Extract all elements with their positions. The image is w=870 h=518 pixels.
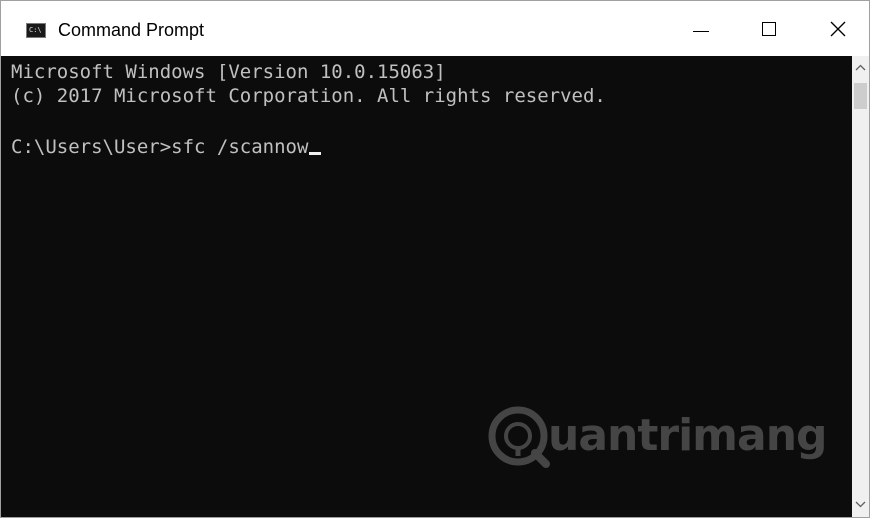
text-cursor: [309, 152, 322, 155]
console-line-copyright: (c) 2017 Microsoft Corporation. All righ…: [11, 85, 606, 107]
close-icon: [830, 21, 846, 37]
scrollbar-thumb[interactable]: [854, 83, 867, 109]
title-bar[interactable]: C:\ Command Prompt: [1, 1, 869, 56]
watermark-text: uantrimang: [548, 410, 828, 461]
console-command: C:\Users\User>sfc /scannow: [11, 136, 309, 158]
minimize-button[interactable]: [668, 1, 736, 56]
window-title: Command Prompt: [58, 20, 205, 40]
console-prompt-line[interactable]: C:\Users\User>sfc /scannow: [11, 136, 322, 158]
command-prompt-icon[interactable]: C:\: [26, 23, 46, 38]
close-button[interactable]: [804, 1, 869, 56]
console-line-version: Microsoft Windows [Version 10.0.15063]: [11, 61, 446, 83]
minimize-icon: [693, 31, 709, 32]
watermark: uantrimang: [488, 406, 838, 486]
chevron-down-icon[interactable]: [855, 500, 866, 508]
vertical-scrollbar[interactable]: [852, 56, 869, 517]
maximize-icon: [762, 22, 776, 36]
maximize-button[interactable]: [736, 1, 804, 56]
app-icon-label: C:\: [29, 26, 42, 34]
console-output[interactable]: Microsoft Windows [Version 10.0.15063] (…: [1, 56, 852, 517]
chevron-up-icon[interactable]: [855, 64, 866, 72]
quantrimang-logo-icon: [488, 406, 550, 468]
command-prompt-window: C:\ Command Prompt Microsoft Windows [Ve…: [0, 0, 870, 518]
